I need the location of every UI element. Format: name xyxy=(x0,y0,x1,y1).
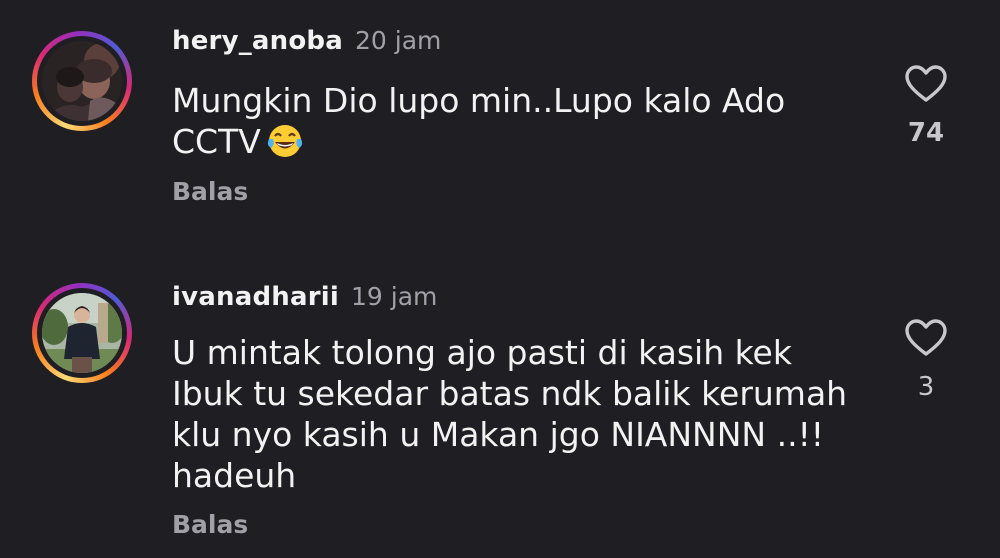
comment-text: Mungkin Dio lupo min..Lupo kalo Ado CCTV xyxy=(172,80,872,162)
like-control: 74 xyxy=(893,64,959,148)
reply-button[interactable]: Balas xyxy=(172,177,248,206)
timestamp: 19 jam xyxy=(350,282,438,311)
comment-text-line: Mungkin Dio lupo min..Lupo kalo Ado xyxy=(172,81,786,120)
comment-meta: hery_anoba 20 jam xyxy=(172,26,441,66)
comment-text: U mintak tolong ajo pasti di kasih kek I… xyxy=(172,332,872,496)
comment-text-line: klu nyo kasih u Makan jgo NIANNNN ..!! xyxy=(172,415,825,454)
comment-item: hery_anoba 20 jam Mungkin Dio lupo min..… xyxy=(0,0,1000,250)
heart-outline-icon[interactable] xyxy=(904,318,948,358)
avatar-photo-icon xyxy=(42,41,122,121)
avatar[interactable] xyxy=(42,41,122,121)
avatar-photo-icon xyxy=(42,293,122,373)
avatar-story-ring[interactable] xyxy=(32,31,132,131)
comment-item: ivanadharii 19 jam U mintak tolong ajo p… xyxy=(0,260,1000,558)
username[interactable]: hery_anoba xyxy=(172,26,343,56)
like-control: 3 xyxy=(893,318,959,402)
comment-text-line: CCTV xyxy=(172,121,872,162)
comment-text-line: U mintak tolong ajo pasti di kasih kek xyxy=(172,333,792,372)
username[interactable]: ivanadharii xyxy=(172,282,339,312)
reply-button[interactable]: Balas xyxy=(172,510,248,539)
heart-outline-icon[interactable] xyxy=(904,64,948,104)
comment-text-line: Ibuk tu sekedar batas ndk balik kerumah xyxy=(172,374,848,413)
comment-text-fragment: CCTV xyxy=(172,122,261,161)
like-count: 3 xyxy=(917,372,935,402)
timestamp: 20 jam xyxy=(355,26,442,55)
avatar-story-ring[interactable] xyxy=(32,283,132,383)
comment-text-line: hadeuh xyxy=(172,456,297,495)
face-with-tears-of-joy-icon xyxy=(267,125,302,157)
avatar[interactable] xyxy=(42,293,122,373)
comment-meta: ivanadharii 19 jam xyxy=(172,282,437,322)
like-count: 74 xyxy=(907,118,945,148)
